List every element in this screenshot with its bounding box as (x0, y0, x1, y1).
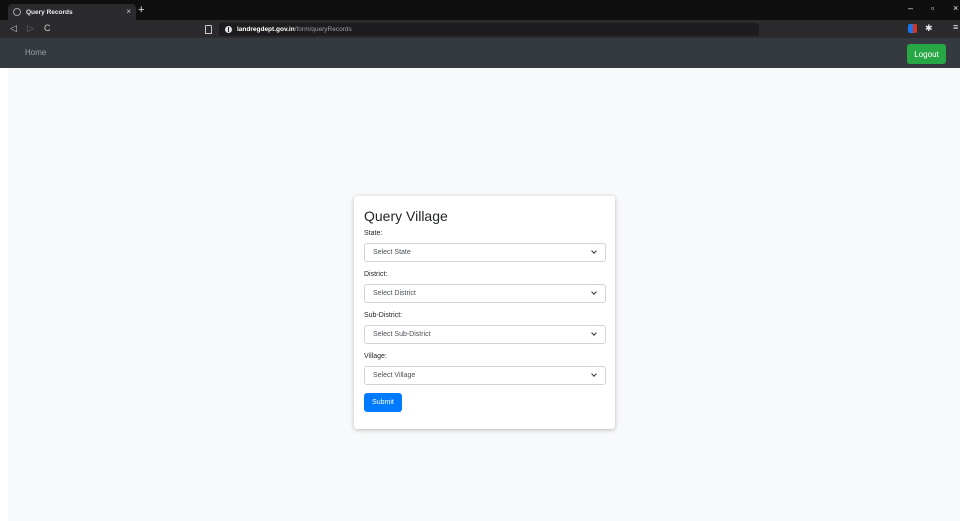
chevron-down-icon (591, 248, 597, 254)
extensions-puzzle-icon[interactable]: ✱ (925, 23, 933, 33)
district-select[interactable]: Select District (364, 284, 606, 303)
window-close-icon[interactable]: × (953, 3, 958, 13)
back-icon[interactable]: ◁ (10, 23, 17, 34)
reload-icon[interactable]: C (44, 23, 51, 34)
logout-button[interactable]: Logout (907, 44, 946, 64)
url-path: /form/queryRecords (294, 26, 352, 33)
browser-menu-icon[interactable]: ≡ (953, 22, 958, 32)
sub-district-select[interactable]: Select Sub-District (364, 325, 606, 344)
village-select[interactable]: Select Village (364, 366, 606, 385)
url-field[interactable]: landregdept.gov.in /form/queryRecords (219, 23, 759, 36)
state-select[interactable]: Select State (364, 243, 606, 262)
bookmark-icon[interactable] (205, 25, 212, 34)
url-host: landregdept.gov.in (237, 26, 295, 33)
site-navbar: Home (0, 38, 960, 68)
chevron-down-icon (591, 289, 597, 295)
browser-tab-strip: Query Records × + – ▫ × (0, 0, 960, 20)
tab-close-icon[interactable]: × (126, 8, 131, 16)
sub-district-label: Sub-District: (364, 312, 403, 319)
village-select-value: Select Village (373, 372, 416, 379)
extension-shield-icon[interactable] (908, 24, 917, 33)
browser-tab[interactable]: Query Records × (8, 4, 136, 20)
minimize-icon[interactable]: – (908, 3, 913, 13)
browser-address-bar: ◁ ▷ C landregdept.gov.in /form/queryReco… (0, 20, 960, 38)
state-select-value: Select State (373, 249, 411, 256)
district-select-value: Select District (373, 290, 416, 297)
chevron-down-icon (591, 330, 597, 336)
maximize-icon[interactable]: ▫ (931, 3, 934, 13)
site-info-icon[interactable] (225, 26, 232, 33)
new-tab-icon[interactable]: + (138, 4, 144, 16)
submit-button[interactable]: Submit (364, 393, 402, 412)
form-title: Query Village (364, 208, 448, 224)
sub-district-select-value: Select Sub-District (373, 331, 431, 338)
tab-favicon-icon (13, 8, 21, 16)
tab-title: Query Records (26, 8, 73, 16)
nav-home-link[interactable]: Home (25, 48, 46, 57)
chevron-down-icon (591, 371, 597, 377)
village-label: Village: (364, 353, 387, 360)
state-label: State: (364, 230, 383, 237)
query-village-card: Query Village State: Select State Distri… (354, 196, 615, 429)
forward-icon[interactable]: ▷ (27, 23, 34, 34)
district-label: District: (364, 271, 388, 278)
